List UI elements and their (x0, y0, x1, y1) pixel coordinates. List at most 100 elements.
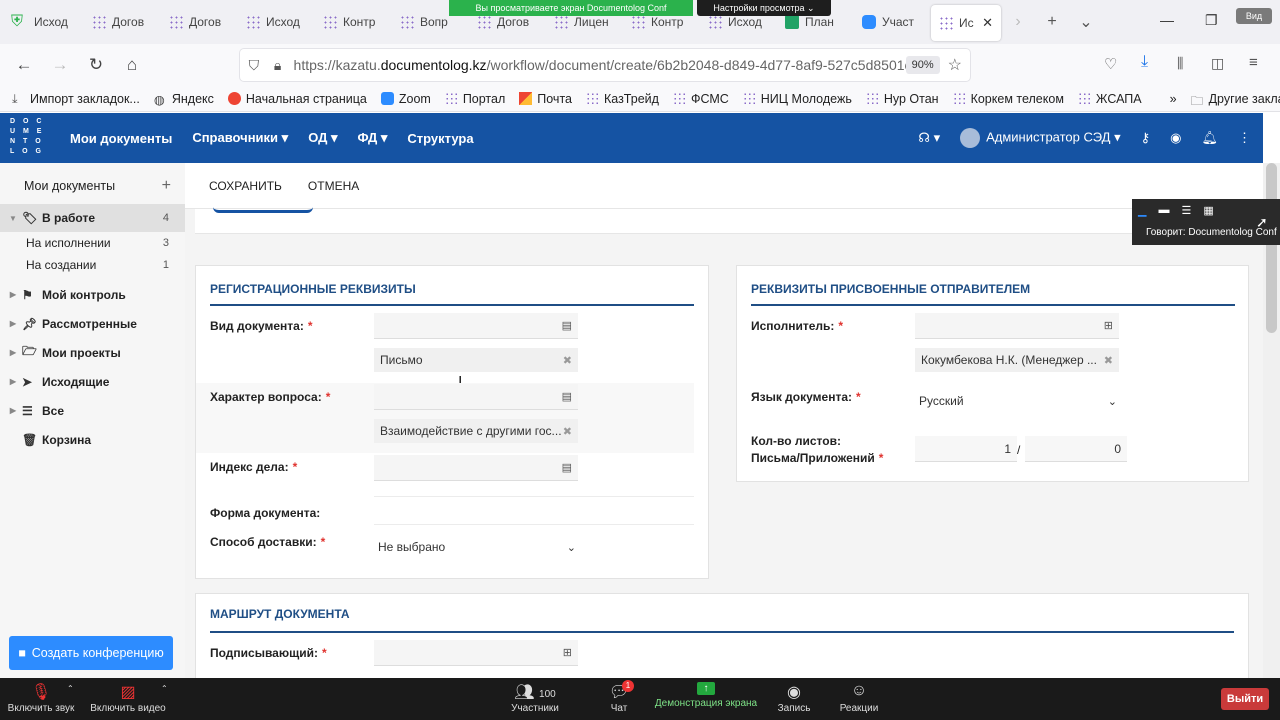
expand-right-icon[interactable]: ▶ (0, 319, 22, 328)
share-screen-button[interactable]: ↑ Демонстрация экрана (655, 682, 757, 709)
back-icon[interactable]: ← (6, 55, 42, 75)
audio-options-caret-icon[interactable]: ⌃ (67, 684, 74, 693)
zoom-view-badge[interactable]: Вид (1236, 8, 1272, 24)
bookmark-star-icon[interactable]: ☆ (948, 55, 962, 75)
browser-tab[interactable]: Участ (854, 0, 931, 44)
bookmark-item[interactable]: Портал (444, 92, 505, 106)
other-bookmarks[interactable]: 🗀︎ Другие закладки (1191, 92, 1280, 109)
remove-tag-icon[interactable]: ✖ (563, 425, 572, 438)
sidebar-item-all[interactable]: ▶ ☰ Все (0, 396, 185, 425)
participants-button[interactable]: 👥︎ 100 Участники (511, 682, 559, 714)
sidebar-toggle-icon[interactable]: ◫ (1211, 55, 1224, 72)
bookmark-item[interactable]: ФСМС (672, 92, 729, 106)
restore-window-icon[interactable]: ❐ (1205, 12, 1218, 29)
question-input[interactable]: ▤ (374, 384, 578, 410)
sidebar-subitem-creating[interactable]: На создании 1 (0, 254, 185, 276)
more-bookmarks-chevron-icon[interactable]: » (1170, 92, 1177, 106)
bookmark-item[interactable]: КазТрейд (585, 92, 659, 106)
tracking-shield-icon[interactable]: ⛉ (240, 57, 268, 74)
browser-tab[interactable]: Контр (315, 0, 392, 44)
bookmark-item[interactable]: Начальная страница (227, 92, 367, 106)
sidebar-subitem-executing[interactable]: На исполнении 3 (0, 232, 185, 254)
forward-icon[interactable]: → (42, 55, 78, 75)
menu-references[interactable]: Справочники ▾ (192, 130, 288, 146)
scrollbar-thumb[interactable] (1266, 163, 1277, 333)
sidebar-item-reviewed[interactable]: ▶ 📌︎ Рассмотренные (0, 309, 185, 338)
menu-my-documents[interactable]: Мои документы (70, 131, 172, 146)
menu-hamburger-icon[interactable]: ≡ (1249, 54, 1258, 71)
eye-icon[interactable]: ◉ (1170, 130, 1181, 146)
org-structure-icon[interactable]: ⊞ (563, 646, 572, 659)
expand-right-icon[interactable]: ▶ (0, 290, 22, 299)
sheets-letter-input[interactable]: 1 (915, 436, 1017, 462)
menu-od[interactable]: ОД ▾ (308, 130, 337, 146)
documentolog-logo[interactable]: D O C U M E N T O L O G (0, 113, 50, 163)
list-tabs-icon[interactable]: ⌄ (1069, 12, 1103, 32)
record-button[interactable]: ◉ Запись (778, 682, 811, 714)
org-structure-icon[interactable]: ⊞ (1104, 319, 1113, 332)
sidebar-title[interactable]: Мои документы (24, 179, 115, 193)
bookmark-item[interactable]: ЖСАПА (1077, 92, 1142, 106)
delivery-select[interactable]: Не выбрано ⌄ (374, 534, 580, 560)
browser-tab[interactable]: Исход (238, 0, 315, 44)
support-headset-icon[interactable]: ☊ ▾ (918, 130, 940, 146)
sidebar-item-my-projects[interactable]: ▶ 🗁︎ Мои проекты (0, 338, 185, 367)
signer-input[interactable]: ⊞ (374, 640, 578, 666)
save-button[interactable]: СОХРАНИТЬ (209, 179, 282, 193)
more-vertical-icon[interactable]: ⋮ (1238, 130, 1251, 146)
pocket-icon[interactable]: ♡ (1104, 55, 1117, 73)
zoom-level-chip[interactable]: 90% (905, 56, 940, 74)
sheets-app-input[interactable]: 0 (1025, 436, 1127, 462)
language-select[interactable]: Русский ⌄ (915, 388, 1121, 414)
sidebar-item-in-work[interactable]: ▼ 🏷︎ В работе 4 (0, 204, 185, 232)
browser-tab[interactable]: Догов (161, 0, 238, 44)
doc-type-input[interactable]: ▤ (374, 313, 578, 339)
minimize-icon[interactable]: ▁ (1138, 204, 1146, 217)
home-icon[interactable]: ⌂ (114, 55, 150, 75)
bookmark-item[interactable]: Коркем телеком (952, 92, 1064, 106)
sidebar-item-my-control[interactable]: ▶ ⚑ Мой контроль (0, 280, 185, 309)
bookmark-item[interactable]: ⤓ Импорт закладок... (12, 92, 140, 107)
video-options-caret-icon[interactable]: ⌃ (161, 684, 168, 693)
new-tab-icon[interactable]: + (1035, 13, 1069, 31)
remove-tag-icon[interactable]: ✖ (1104, 354, 1113, 367)
close-tab-icon[interactable]: ✕ (982, 15, 993, 31)
bookmark-item[interactable]: Почта (519, 92, 572, 106)
sidebar-item-outgoing[interactable]: ▶ ➤ Исходящие (0, 367, 185, 396)
start-video-button[interactable]: ▨ Включить видео (90, 682, 166, 714)
user-menu[interactable]: Администратор СЭД ▾ (960, 128, 1121, 148)
lock-icon[interactable]: 🔒︎ (268, 57, 288, 74)
speaker-view-icon[interactable]: ☰ (1181, 204, 1191, 217)
index-input[interactable]: ▤ (374, 455, 578, 481)
bell-icon[interactable]: 🔔︎ (1201, 130, 1218, 146)
book-icon[interactable]: ▤ (562, 319, 572, 332)
expand-down-icon[interactable]: ▼ (0, 214, 22, 223)
browser-tab-active[interactable]: Ис ✕ (931, 5, 1001, 41)
bookmark-item[interactable]: Zoom (380, 92, 431, 106)
downloads-icon[interactable]: ⤓ (1141, 53, 1148, 71)
add-icon[interactable]: + (162, 177, 171, 195)
browser-tab[interactable]: Догов (84, 0, 161, 44)
sidebar-item-trash[interactable]: 🗑︎ Корзина (0, 425, 185, 454)
leave-button[interactable]: Выйти (1221, 688, 1269, 710)
book-icon[interactable]: ▤ (562, 390, 572, 403)
menu-fd[interactable]: ФД ▾ (358, 130, 388, 146)
shield-extension-icon[interactable]: ⛨ (0, 13, 34, 31)
small-view-icon[interactable]: ▬ (1158, 204, 1169, 217)
book-icon[interactable]: ▤ (562, 461, 572, 474)
zoom-view-options[interactable]: Настройки просмотра ⌄ (697, 0, 831, 16)
cancel-button[interactable]: ОТМЕНА (308, 179, 359, 193)
bookmark-item[interactable]: НИЦ Молодежь (742, 92, 852, 106)
browser-tab[interactable]: Исход (34, 0, 84, 44)
expand-right-icon[interactable]: ▶ (0, 377, 22, 386)
address-bar[interactable]: ⛉ 🔒︎ https://kazatu.documentolog.kz/work… (240, 49, 970, 81)
executor-input[interactable]: ⊞ (915, 313, 1119, 339)
menu-structure[interactable]: Структура (407, 131, 473, 146)
key-icon[interactable]: ⚷ (1141, 130, 1151, 146)
scroll-tabs-right-icon[interactable]: › (1001, 13, 1035, 31)
create-conference-button[interactable]: ■ Создать конференцию (9, 636, 173, 670)
expand-right-icon[interactable]: ▶ (0, 406, 22, 415)
minimize-window-icon[interactable]: — (1160, 12, 1174, 28)
bookmark-item[interactable]: ◍ Яндекс (154, 92, 214, 108)
unmute-button[interactable]: 🎙︎ Включить звук (8, 682, 75, 714)
